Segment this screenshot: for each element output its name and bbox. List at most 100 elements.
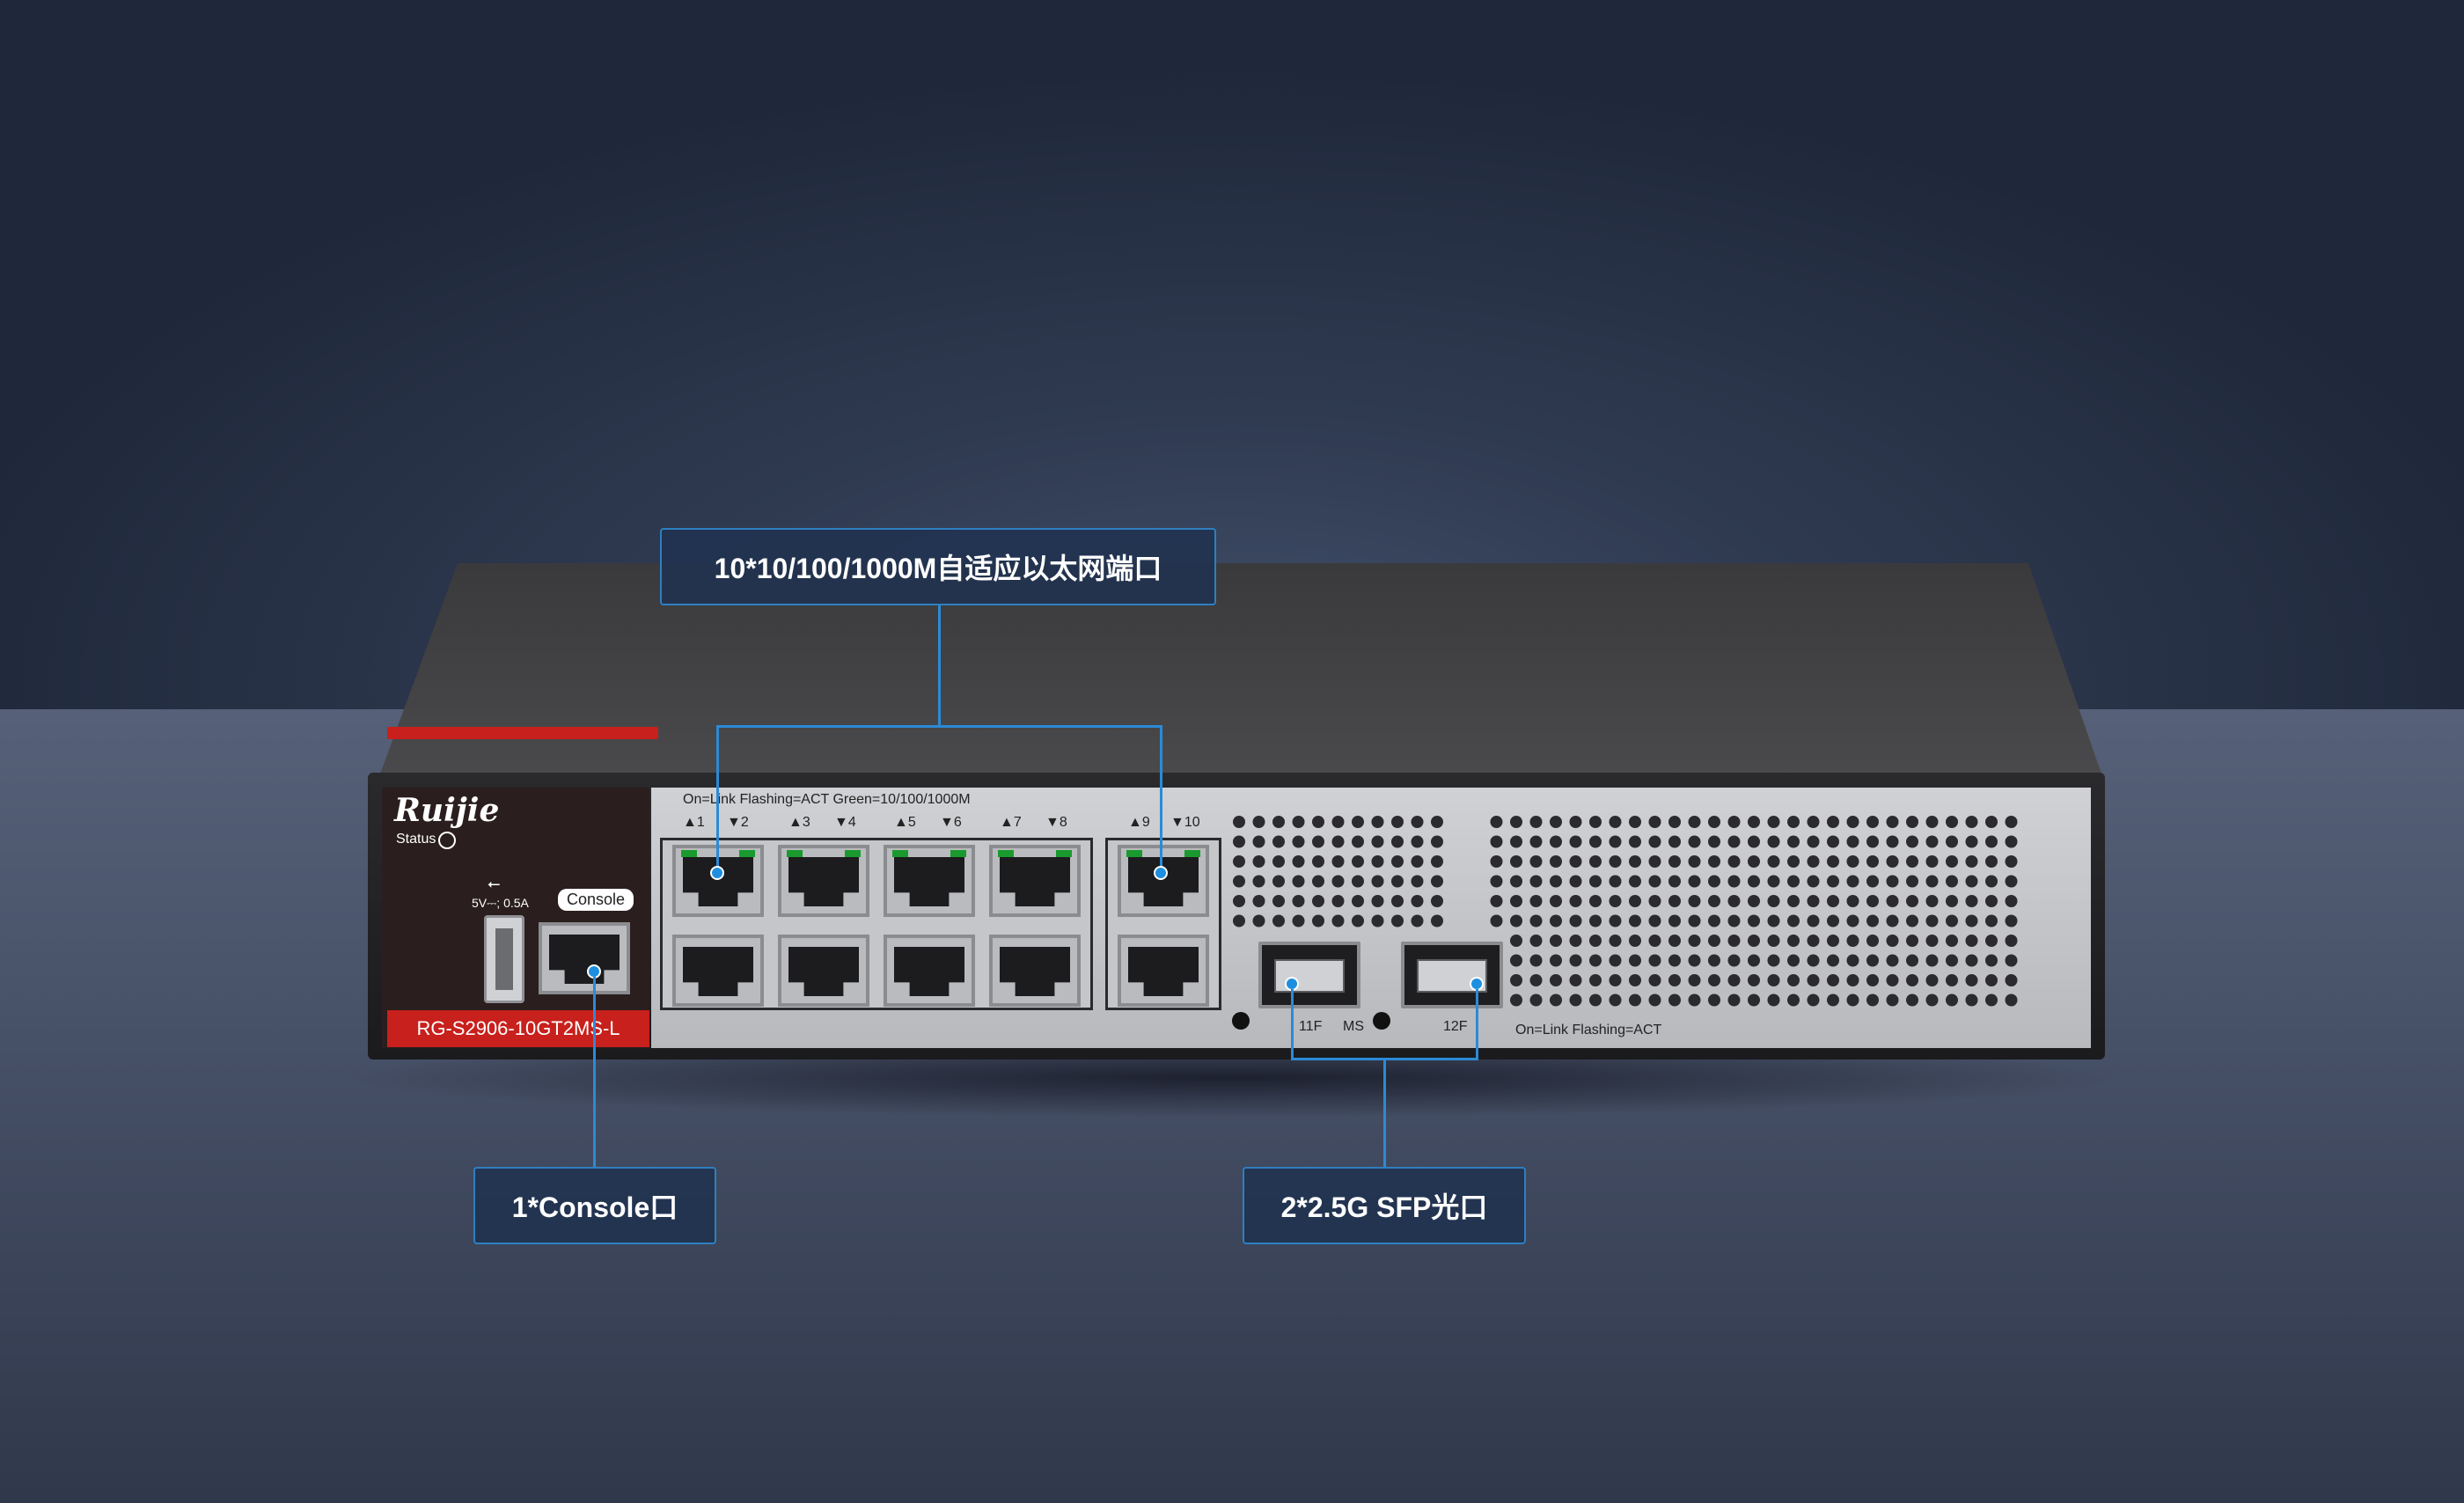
vent-hole: [1609, 855, 1622, 868]
vent-hole: [1569, 835, 1582, 848]
vent-hole: [1648, 954, 1661, 967]
vent-hole: [1985, 835, 1998, 848]
vent-hole: [1727, 914, 1741, 927]
vent-hole: [1727, 954, 1741, 967]
vent-hole: [1767, 855, 1780, 868]
vent-hole: [1550, 935, 1562, 947]
vent-hole: [1529, 993, 1543, 1007]
vent-hole: [1272, 875, 1285, 888]
vent-hole: [1787, 914, 1800, 927]
link-led-icon: [998, 850, 1014, 857]
vent-hole: [1529, 835, 1543, 848]
vent-hole: [1629, 935, 1641, 947]
vent-hole: [1886, 993, 1899, 1007]
link-led-icon: [845, 850, 861, 857]
status-led-icon: [438, 832, 456, 849]
vent-hole: [1569, 855, 1582, 868]
vent-hole: [1609, 895, 1622, 907]
vent-hole: [1331, 816, 1345, 828]
vent-hole: [1411, 816, 1424, 828]
vent-hole: [2005, 875, 2018, 888]
vent-hole: [1411, 895, 1424, 907]
red-accent-strip: [387, 727, 658, 739]
vent-hole: [1550, 835, 1562, 848]
vent-hole: [1371, 816, 1384, 828]
vent-hole: [1906, 855, 1918, 868]
vent-hole: [2005, 935, 2018, 947]
vent-hole: [1510, 855, 1522, 868]
vent-hole: [1886, 895, 1899, 907]
vent-hole: [1846, 875, 1859, 888]
vent-hole: [1946, 895, 1958, 907]
vent-hole: [1767, 935, 1780, 947]
ethernet-port: [672, 935, 764, 1007]
vent-hole: [1569, 974, 1582, 986]
link-led-icon: [892, 850, 908, 857]
vent-hole: [1569, 914, 1582, 927]
vent-hole: [1708, 954, 1720, 967]
vent-hole: [1925, 914, 1939, 927]
vent-hole: [1807, 816, 1820, 828]
vent-hole: [1331, 875, 1345, 888]
vent-hole: [1629, 835, 1641, 848]
vent-hole: [1807, 974, 1820, 986]
vent-hole: [1589, 993, 1602, 1007]
ethernet-port: [989, 845, 1081, 917]
vent-hole: [1748, 855, 1760, 868]
ethernet-lead-stem: [938, 605, 941, 727]
ethernet-port-socket: [683, 947, 753, 996]
ethernet-lead-right: [1160, 725, 1162, 873]
vent-hole: [1925, 875, 1939, 888]
vent-hole: [1292, 835, 1305, 848]
vent-hole: [1648, 974, 1661, 986]
vent-hole: [1748, 895, 1760, 907]
vent-hole: [1767, 914, 1780, 927]
vent-hole: [1748, 816, 1760, 828]
port-number-label: ▼10: [1170, 815, 1200, 830]
vent-hole: [1925, 816, 1939, 828]
vent-hole: [1965, 935, 1978, 947]
vent-hole: [1569, 954, 1582, 967]
vent-hole: [1352, 855, 1364, 868]
vent-hole: [1727, 993, 1741, 1007]
vent-hole: [1292, 914, 1305, 927]
vent-hole: [1668, 855, 1681, 868]
vent-hole: [1688, 855, 1701, 868]
vent-hole: [1609, 914, 1622, 927]
vent-hole: [1589, 954, 1602, 967]
vent-hole: [1906, 835, 1918, 848]
ethernet-port: [778, 845, 869, 917]
vent-hole: [2005, 993, 2018, 1007]
vent-hole: [1708, 875, 1720, 888]
vent-hole: [1807, 895, 1820, 907]
vent-hole: [1629, 993, 1641, 1007]
vent-hole: [1668, 835, 1681, 848]
screw: [1232, 1012, 1250, 1030]
vent-hole: [1648, 993, 1661, 1007]
vent-hole: [1748, 835, 1760, 848]
vent-hole: [1946, 816, 1958, 828]
vent-hole: [1925, 895, 1939, 907]
sfp-label-ms: MS: [1343, 1019, 1364, 1034]
sfp-label-11f: 11F: [1299, 1019, 1323, 1034]
vent-hole: [1312, 816, 1324, 828]
vent-hole: [1965, 895, 1978, 907]
brand-logo: Ruijie: [394, 792, 500, 829]
ethernet-port-socket: [788, 947, 859, 996]
vent-hole: [1550, 954, 1562, 967]
vent-hole: [1331, 914, 1345, 927]
vent-hole: [1906, 895, 1918, 907]
vent-hole: [1965, 993, 1978, 1007]
vent-hole: [1233, 855, 1245, 868]
vent-hole: [1985, 974, 1998, 986]
port-number-label: ▲5: [894, 815, 916, 830]
vent-hole: [1925, 954, 1939, 967]
vent-hole: [1292, 895, 1305, 907]
ethernet-callout: 10*10/100/1000M自适应以太网端口: [660, 528, 1216, 605]
vent-hole: [1331, 855, 1345, 868]
vent-hole: [1767, 816, 1780, 828]
vent-hole: [2005, 835, 2018, 848]
vent-hole: [1787, 816, 1800, 828]
vent-hole: [1312, 855, 1324, 868]
vent-hole: [1688, 974, 1701, 986]
